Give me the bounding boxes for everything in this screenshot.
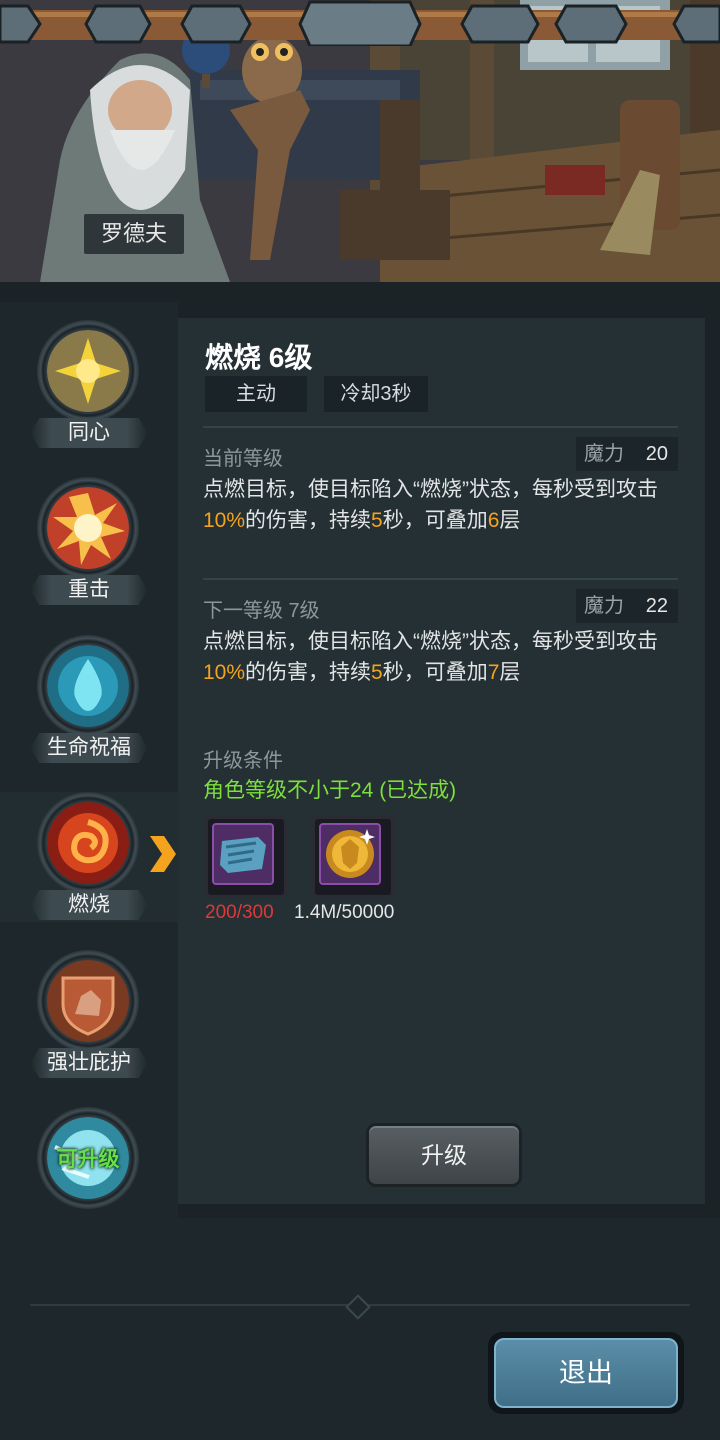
scroll-icon bbox=[220, 837, 266, 873]
skill-label: 同心 bbox=[30, 418, 148, 448]
divider bbox=[203, 426, 678, 428]
upgrade-button[interactable]: 升级 bbox=[366, 1123, 522, 1187]
skill-label: 生命祝福 bbox=[30, 733, 148, 763]
skill-label: 燃烧 bbox=[30, 890, 148, 920]
exit-button-label: 退出 bbox=[494, 1338, 678, 1408]
skill-type-tag: 主动 bbox=[205, 376, 307, 412]
divider bbox=[203, 578, 678, 580]
water-drop-icon bbox=[47, 645, 129, 727]
skill-detail-panel: 燃烧 6级 主动 冷却3秒 当前等级 魔力 20 点燃目标，使目标陷入“燃烧”状… bbox=[178, 318, 705, 1204]
gold-count: 1.4M/50000 bbox=[294, 902, 395, 923]
skill-item-qiangzhuangbihu[interactable]: 强壮庇护 bbox=[30, 950, 148, 1090]
next-level-description: 点燃目标，使目标陷入“燃烧”状态，每秒受到攻击10%的伤害，持续5秒，可叠加7层 bbox=[203, 630, 658, 684]
fire-swirl-icon bbox=[47, 802, 129, 884]
skill-list: 同心 重击 生命祝福 燃烧 强壮庇护 可升级 bbox=[0, 302, 178, 1218]
wooden-rail-divider bbox=[0, 0, 720, 46]
character-name: 罗德夫 bbox=[84, 214, 184, 254]
selected-arrow-icon bbox=[150, 836, 176, 872]
scroll-count: 200/300 bbox=[205, 902, 274, 923]
rock-shield-icon bbox=[47, 960, 129, 1042]
skill-item-zhongji[interactable]: 重击 bbox=[30, 477, 148, 617]
skill-item-ranshao[interactable]: 燃烧 bbox=[30, 792, 148, 932]
next-level-label: 下一等级 7级 bbox=[203, 600, 320, 622]
current-mana-cost: 魔力 20 bbox=[576, 437, 678, 471]
skill-item-shengmingzhufu[interactable]: 生命祝福 bbox=[30, 635, 148, 775]
skill-title: 燃烧 6级 bbox=[205, 342, 313, 373]
current-level-description: 点燃目标，使目标陷入“燃烧”状态，每秒受到攻击10%的伤害，持续5秒，可叠加6层 bbox=[203, 478, 658, 532]
character-scene: 罗德夫 bbox=[0, 0, 720, 282]
burst-icon bbox=[47, 487, 129, 569]
bottom-bar: 退出 bbox=[0, 1218, 720, 1440]
sun-icon bbox=[47, 330, 129, 412]
skill-item-tongxin[interactable]: 同心 bbox=[30, 320, 148, 460]
skill-label: 重击 bbox=[30, 575, 148, 605]
skill-label: 强壮庇护 bbox=[30, 1048, 148, 1078]
upgrade-condition-status: 角色等级不小于24 (已达成) bbox=[203, 779, 457, 802]
gold-coin-icon bbox=[326, 829, 375, 878]
material-gold-coin[interactable] bbox=[312, 816, 394, 898]
next-mana-cost: 魔力 22 bbox=[576, 589, 678, 623]
upgrade-condition-label: 升级条件 bbox=[203, 750, 283, 772]
exit-button[interactable]: 退出 bbox=[488, 1332, 684, 1414]
cooldown-tag: 冷却3秒 bbox=[324, 376, 428, 412]
divider-ornament bbox=[345, 1294, 371, 1320]
current-level-label: 当前等级 bbox=[203, 448, 283, 470]
material-scroll[interactable] bbox=[205, 816, 287, 898]
upgradable-badge: 可升级 bbox=[56, 1148, 120, 1171]
